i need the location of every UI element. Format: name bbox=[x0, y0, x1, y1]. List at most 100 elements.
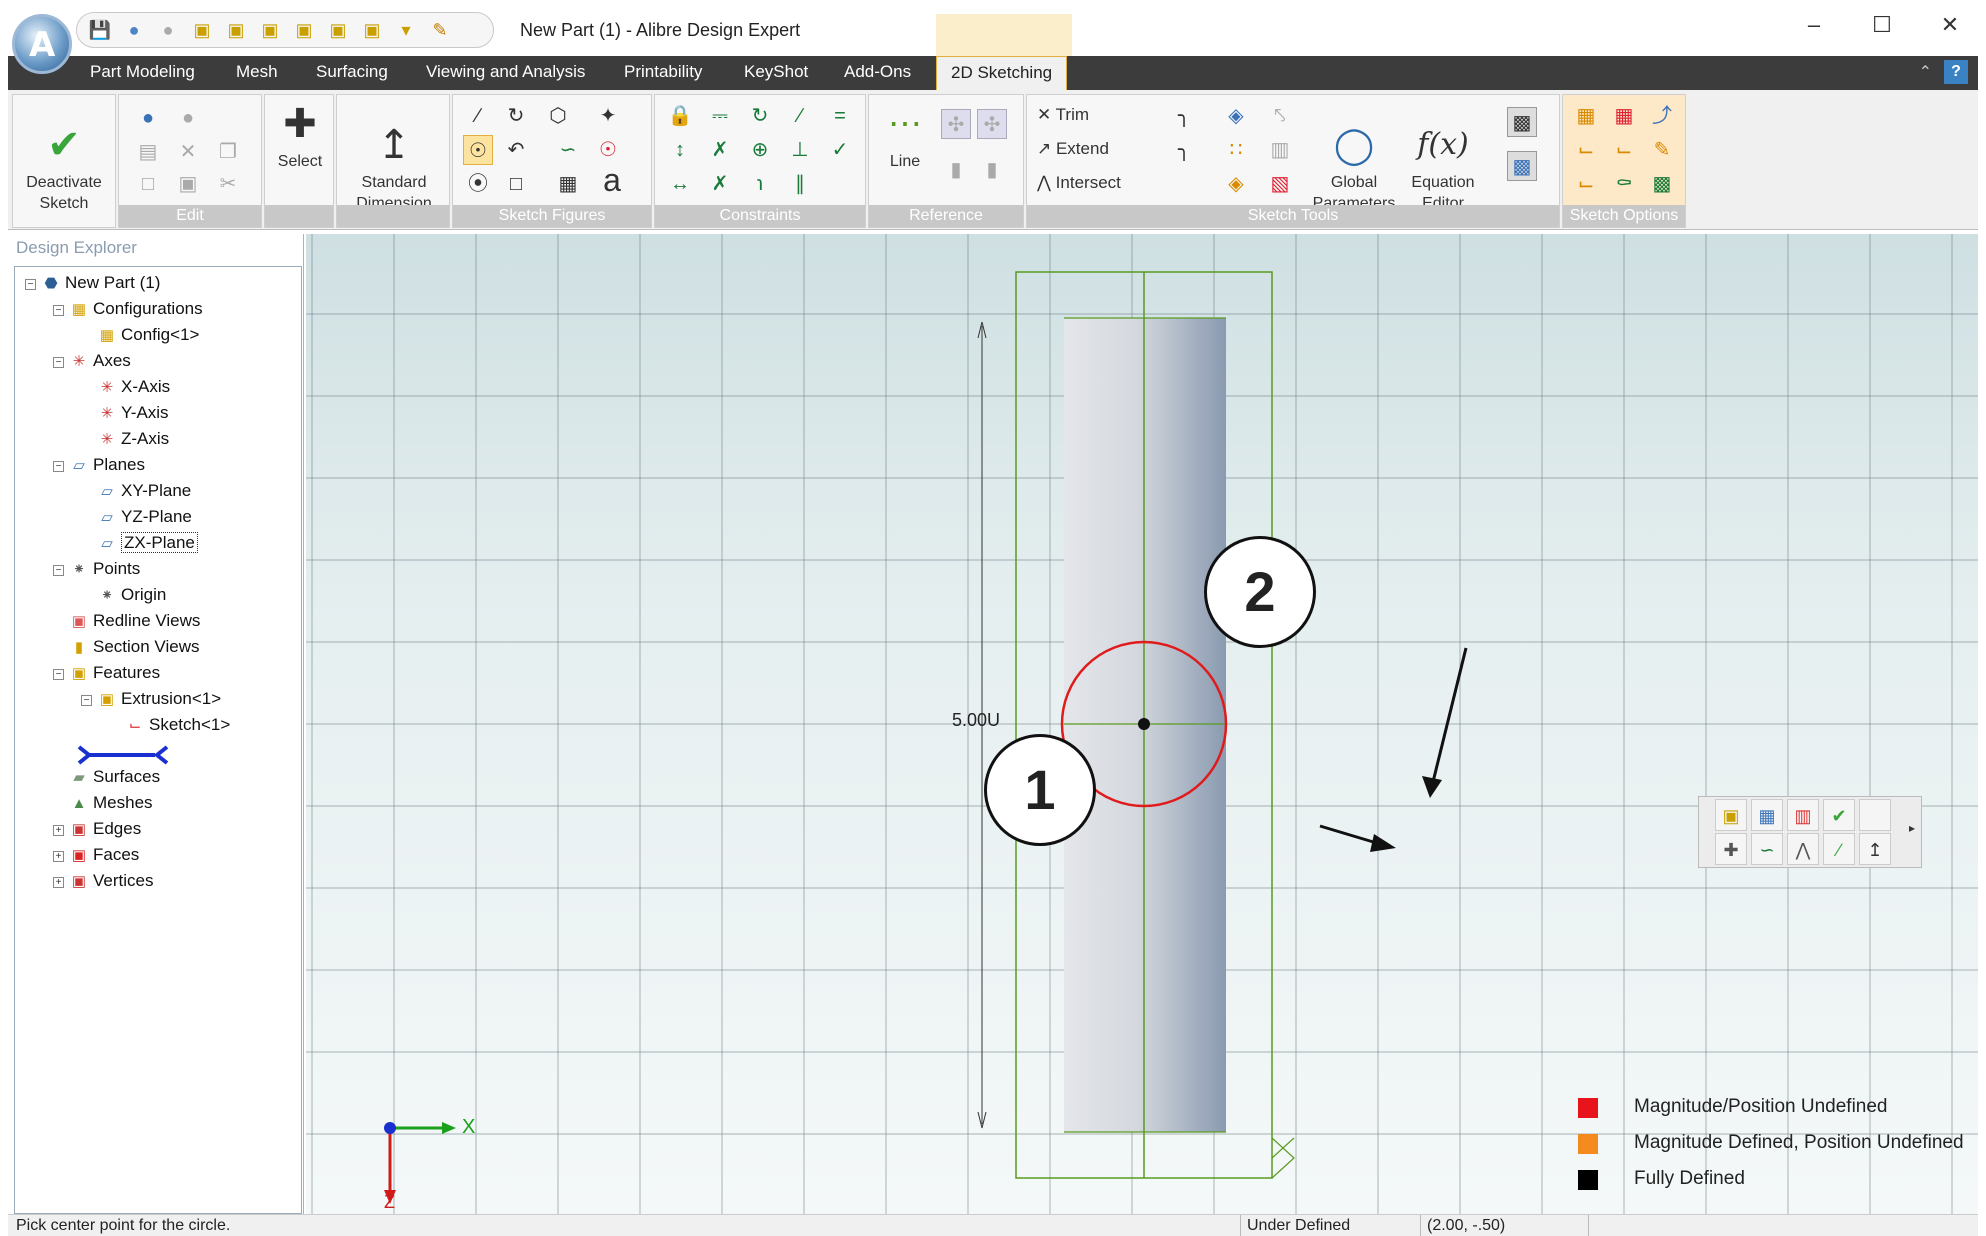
show-constraints-icon[interactable]: ⌙ bbox=[1571, 135, 1601, 165]
tree-node-section-views[interactable]: ▮ Section Views bbox=[69, 635, 200, 659]
sketch-settings-icon[interactable]: ✎ bbox=[1647, 135, 1677, 165]
ruler-icon[interactable]: ✎ bbox=[427, 17, 453, 43]
show-dimensions-icon[interactable]: ⌙ bbox=[1609, 135, 1639, 165]
collapse-toggle[interactable]: − bbox=[25, 279, 36, 290]
point-icon[interactable]: ✦ bbox=[593, 101, 623, 131]
tree-node-vertices[interactable]: ▣ Vertices bbox=[69, 869, 154, 893]
show-origin-icon[interactable]: ⚰ bbox=[1609, 169, 1639, 199]
ellipse-icon[interactable]: ☉ bbox=[593, 135, 623, 165]
rollback-marker-icon[interactable] bbox=[75, 743, 171, 767]
mirror-icon[interactable]: ◈ bbox=[1221, 169, 1251, 199]
redo-icon[interactable]: ● bbox=[173, 103, 203, 133]
coincident-icon[interactable]: ✓ bbox=[825, 135, 855, 165]
extend-button[interactable]: ↗ Extend bbox=[1037, 139, 1109, 159]
view-left-icon[interactable]: ▣ bbox=[257, 17, 283, 43]
tree-node-z-axis[interactable]: ✳ Z-Axis bbox=[97, 427, 169, 451]
duplicate-icon[interactable]: ▣ bbox=[173, 169, 203, 199]
lock-icon[interactable]: 🔒 bbox=[665, 101, 695, 131]
tab-mesh[interactable]: Mesh bbox=[236, 62, 278, 82]
tree-node-points[interactable]: ⁕ Points bbox=[69, 557, 141, 581]
parallel-icon[interactable]: ∥ bbox=[785, 169, 815, 199]
concentric-icon[interactable]: ⊕ bbox=[745, 135, 775, 165]
help-icon[interactable]: ? bbox=[1944, 60, 1968, 84]
auto-constrain-icon[interactable]: ⤴ bbox=[1647, 101, 1677, 131]
midpoint-icon[interactable]: ✗ bbox=[705, 135, 735, 165]
tree-node-redline-views[interactable]: ▣ Redline Views bbox=[69, 609, 201, 633]
text-icon[interactable]: a bbox=[597, 164, 627, 196]
vertical-icon[interactable]: ↕ bbox=[665, 135, 695, 165]
collapse-ribbon-icon[interactable]: ⌃ bbox=[1919, 62, 1932, 82]
tree-node-zx-plane[interactable]: ▱ ZX-Plane bbox=[97, 531, 198, 555]
trim-button[interactable]: ✕ Trim bbox=[1037, 105, 1089, 125]
collinear-icon[interactable]: ∕ bbox=[785, 101, 815, 131]
grid-snap-icon[interactable]: ▦ bbox=[1609, 101, 1639, 131]
show-endpoints-icon[interactable]: ⌙ bbox=[1571, 169, 1601, 199]
collapse-toggle[interactable]: − bbox=[53, 461, 64, 472]
global-parameters-button[interactable]: ◯ Global Parameters bbox=[1307, 101, 1401, 214]
reference-line-button[interactable]: ⋯ Line bbox=[875, 101, 935, 172]
collapse-toggle[interactable]: − bbox=[53, 669, 64, 680]
save-icon[interactable]: 💾 bbox=[87, 17, 113, 43]
standard-dimension-button[interactable]: ↥ Standard Dimension bbox=[341, 101, 447, 214]
image-icon[interactable]: ▦ bbox=[553, 169, 583, 199]
maximize-button[interactable]: ☐ bbox=[1862, 12, 1902, 44]
tree-node-meshes[interactable]: ▲ Meshes bbox=[69, 791, 153, 815]
move-icon[interactable]: ⤣ bbox=[1265, 101, 1295, 131]
expand-toggle[interactable]: + bbox=[53, 851, 64, 862]
tree-node-sketch1[interactable]: ⌙ Sketch<1> bbox=[125, 713, 231, 737]
undo-icon[interactable]: ● bbox=[133, 103, 163, 133]
scissors-icon[interactable]: ✂ bbox=[213, 169, 243, 199]
tangent-curve-icon[interactable]: ℩ bbox=[745, 169, 775, 199]
app-menu-button[interactable]: A bbox=[12, 14, 72, 74]
collapse-toggle[interactable]: − bbox=[53, 305, 64, 316]
intersection-icon[interactable]: ✗ bbox=[705, 169, 735, 199]
convert-icon[interactable]: ▧ bbox=[1265, 169, 1295, 199]
minimize-button[interactable]: – bbox=[1794, 12, 1834, 44]
tree-node-config1[interactable]: ▦ Config<1> bbox=[97, 323, 200, 347]
tab-printability[interactable]: Printability bbox=[624, 62, 702, 82]
pattern-icon[interactable]: ∷ bbox=[1221, 135, 1251, 165]
copy-icon[interactable]: □ bbox=[133, 169, 163, 199]
tab-viewing-and-analysis[interactable]: Viewing and Analysis bbox=[426, 62, 585, 82]
sketch-canvas[interactable]: 5.00U X Z ▣ ▦ ▥ ✔ ✚ ∽ ⋀ ∕ ↥ ▸ 2 1 Magnit… bbox=[306, 234, 1978, 1214]
view-front-icon[interactable]: ▣ bbox=[189, 17, 215, 43]
equal-icon[interactable]: = bbox=[825, 101, 855, 131]
tree-node-x-axis[interactable]: ✳ X-Axis bbox=[97, 375, 170, 399]
paste-icon[interactable]: ❐ bbox=[213, 137, 243, 167]
offset-icon[interactable]: ◈ bbox=[1221, 101, 1251, 131]
tree-node-features[interactable]: ▣ Features bbox=[69, 661, 160, 685]
copy-figures-icon[interactable]: ▥ bbox=[1265, 135, 1295, 165]
show-status-icon[interactable]: ▩ bbox=[1647, 169, 1677, 199]
tree-node-planes[interactable]: ▱ Planes bbox=[69, 453, 145, 477]
tab-add-ons[interactable]: Add-Ons bbox=[844, 62, 911, 82]
view-top-icon[interactable]: ▣ bbox=[325, 17, 351, 43]
tab-keyshot[interactable]: KeyShot bbox=[744, 62, 808, 82]
chamfer-icon[interactable]: ╮ bbox=[1169, 135, 1199, 165]
polygon-icon[interactable]: ⬡ bbox=[543, 101, 573, 131]
line-icon[interactable]: ∕ bbox=[463, 101, 493, 131]
sketch-display-icon[interactable]: ▩ bbox=[1507, 107, 1537, 137]
expand-toggle[interactable]: + bbox=[53, 877, 64, 888]
tab-2d-sketching[interactable]: 2D Sketching bbox=[936, 56, 1068, 90]
circle-icon[interactable]: ☉ bbox=[463, 135, 493, 165]
project-all-icon[interactable]: ✣ bbox=[977, 109, 1007, 139]
tree-node-configurations[interactable]: ▦ Configurations bbox=[69, 297, 203, 321]
rectangle-icon[interactable]: □ bbox=[501, 169, 531, 199]
horizontal-icon[interactable]: ↔ bbox=[665, 169, 695, 199]
tangent-icon[interactable]: ↻ bbox=[745, 101, 775, 131]
view-iso-icon[interactable]: ▣ bbox=[359, 17, 385, 43]
select-button[interactable]: ✚ Select bbox=[267, 101, 333, 172]
project-icon[interactable]: ✣ bbox=[941, 109, 971, 139]
close-button[interactable]: ✕ bbox=[1930, 12, 1970, 44]
redo-icon[interactable]: ● bbox=[155, 17, 181, 43]
arc-icon[interactable]: ↻ bbox=[501, 101, 531, 131]
cut-icon[interactable]: ▤ bbox=[133, 137, 163, 167]
tab-surfacing[interactable]: Surfacing bbox=[316, 62, 388, 82]
tree-node-edges[interactable]: ▣ Edges bbox=[69, 817, 141, 841]
perpendicular-icon[interactable]: ⊥ bbox=[785, 135, 815, 165]
delete-icon[interactable]: ✕ bbox=[173, 137, 203, 167]
tree-node-yz-plane[interactable]: ▱ YZ-Plane bbox=[97, 505, 192, 529]
spline-icon[interactable]: ∽ bbox=[553, 135, 583, 165]
collapse-toggle[interactable]: − bbox=[53, 357, 64, 368]
undo-icon[interactable]: ● bbox=[121, 17, 147, 43]
